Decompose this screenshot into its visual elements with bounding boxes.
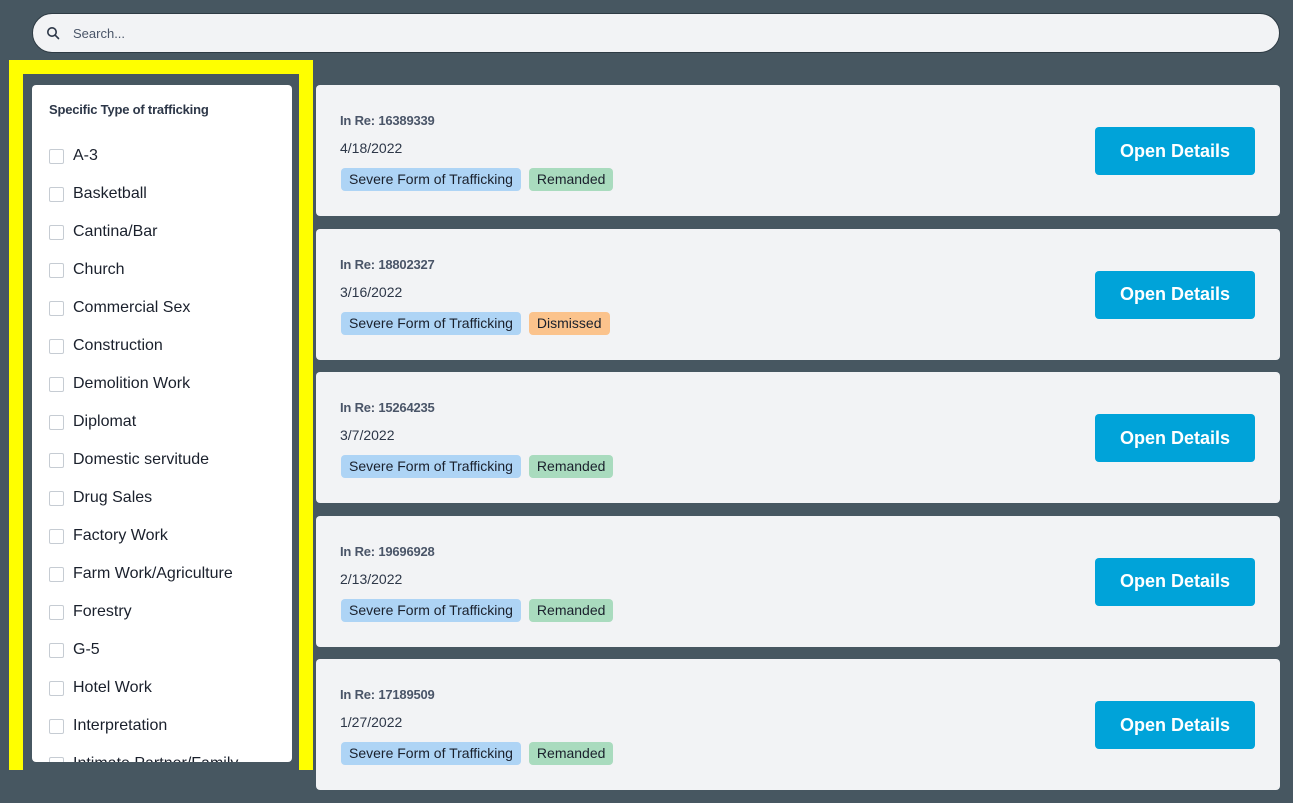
- type-tag: Severe Form of Trafficking: [341, 311, 521, 335]
- filter-option-label: Drug Sales: [73, 489, 153, 506]
- checkbox[interactable]: [49, 338, 64, 354]
- type-tag: Severe Form of Trafficking: [341, 455, 521, 478]
- filter-option-label: Demolition Work: [73, 375, 191, 392]
- search-icon: [47, 27, 60, 40]
- filter-option[interactable]: Church: [49, 251, 238, 289]
- checkbox[interactable]: [49, 376, 64, 392]
- case-date: 2/13/2022: [340, 570, 403, 587]
- filter-option-label: Cantina/Bar: [73, 223, 158, 240]
- checkbox[interactable]: [49, 414, 64, 430]
- filter-option-label: Farm Work/Agriculture: [73, 565, 233, 582]
- filter-option[interactable]: Intimate Partner/Family: [49, 745, 238, 762]
- filter-option-label: Interpretation: [73, 717, 168, 734]
- checkbox[interactable]: [49, 300, 64, 316]
- checkbox[interactable]: [49, 262, 64, 278]
- filter-option[interactable]: Factory Work: [49, 517, 238, 555]
- case-title: In Re: 17189509: [340, 687, 435, 702]
- filter-option-label: Diplomat: [73, 413, 137, 430]
- search-bar[interactable]: [32, 13, 1280, 53]
- filter-option[interactable]: Construction: [49, 327, 238, 365]
- checkbox[interactable]: [49, 756, 64, 762]
- filter-option[interactable]: Drug Sales: [49, 479, 238, 517]
- case-date: 1/27/2022: [340, 714, 403, 730]
- case-date: 3/7/2022: [340, 427, 395, 443]
- filter-option[interactable]: Demolition Work: [49, 365, 238, 403]
- case-title: In Re: 16389339: [340, 113, 435, 128]
- case-card: In Re: 17189509 1/27/2022 Severe Form of T…: [316, 659, 1280, 790]
- filter-option-label: Factory Work: [73, 527, 168, 544]
- checkbox[interactable]: [49, 186, 64, 202]
- filter-option-label: Domestic servitude: [73, 451, 210, 468]
- type-tag: Severe Form of Trafficking: [341, 168, 521, 191]
- filter-option[interactable]: Interpretation: [49, 707, 238, 745]
- case-date: 4/18/2022: [340, 140, 403, 156]
- case-title: In Re: 19696928: [340, 543, 435, 559]
- open-details-button[interactable]: Open Details: [1095, 701, 1255, 749]
- tag-group: Severe Form of Trafficking Remanded: [341, 168, 614, 191]
- open-details-button[interactable]: Open Details: [1095, 270, 1255, 319]
- tag-group: Severe Form of Trafficking Remanded: [341, 455, 614, 478]
- checkbox[interactable]: [49, 224, 64, 240]
- filter-option[interactable]: Basketball: [49, 175, 238, 213]
- status-tag: Remanded: [528, 598, 614, 622]
- filter-option-label: A-3: [73, 147, 98, 164]
- filter-option[interactable]: Hotel Work: [49, 669, 238, 707]
- filter-option[interactable]: Diplomat: [49, 403, 238, 441]
- type-tag: Severe Form of Trafficking: [341, 598, 521, 622]
- filter-panel: Specific Type of trafficking A-3 Basketba…: [32, 85, 292, 762]
- checkbox[interactable]: [49, 148, 64, 164]
- filter-option[interactable]: A-3: [49, 137, 238, 175]
- filter-option-label: Intimate Partner/Family: [73, 755, 238, 762]
- case-card: In Re: 18802327 3/16/2022 Severe Form of T…: [316, 228, 1280, 360]
- results-list: In Re: 16389339 4/18/2022 Severe Form of T…: [316, 85, 1280, 803]
- filter-option-label: Construction: [73, 337, 163, 354]
- filter-option[interactable]: Cantina/Bar: [49, 213, 238, 251]
- filter-option[interactable]: G-5: [49, 631, 238, 669]
- open-details-button[interactable]: Open Details: [1095, 557, 1255, 606]
- case-card: In Re: 15264235 3/7/2022 Severe Form of Tr…: [316, 372, 1280, 503]
- open-details-button[interactable]: Open Details: [1095, 127, 1255, 175]
- case-card: In Re: 19696928 2/13/2022 Severe Form of T…: [316, 515, 1280, 647]
- filter-option-label: Hotel Work: [73, 679, 152, 696]
- search-input[interactable]: [73, 14, 1263, 52]
- case-date: 3/16/2022: [340, 283, 403, 300]
- tag-group: Severe Form of Trafficking Remanded: [341, 598, 614, 622]
- open-details-button[interactable]: Open Details: [1095, 414, 1255, 462]
- filter-option[interactable]: Domestic servitude: [49, 441, 238, 479]
- checkbox[interactable]: [49, 490, 64, 506]
- case-card: In Re: 16389339 4/18/2022 Severe Form of T…: [316, 85, 1280, 216]
- checkbox[interactable]: [49, 528, 64, 544]
- checkbox[interactable]: [49, 642, 64, 658]
- filter-option-label: Church: [73, 261, 125, 278]
- case-title: In Re: 15264235: [340, 400, 435, 415]
- status-tag: Dismissed: [528, 311, 610, 335]
- case-title: In Re: 18802327: [340, 256, 435, 272]
- checkbox[interactable]: [49, 566, 64, 582]
- filter-option-label: G-5: [73, 641, 100, 658]
- checkbox[interactable]: [49, 452, 64, 468]
- filter-option[interactable]: Commercial Sex: [49, 289, 238, 327]
- filter-option[interactable]: Forestry: [49, 593, 238, 631]
- filter-option-label: Commercial Sex: [73, 299, 191, 316]
- checkbox[interactable]: [49, 680, 64, 696]
- filter-option-label: Forestry: [73, 603, 132, 620]
- filter-list: A-3 Basketball Cantina/Bar Church Commercial…: [49, 137, 238, 762]
- status-tag: Remanded: [528, 455, 614, 478]
- checkbox[interactable]: [49, 718, 64, 734]
- filter-title: Specific Type of trafficking: [49, 102, 209, 117]
- checkbox[interactable]: [49, 604, 64, 620]
- filter-option[interactable]: Farm Work/Agriculture: [49, 555, 238, 593]
- tag-group: Severe Form of Trafficking Dismissed: [341, 311, 610, 335]
- status-tag: Remanded: [528, 168, 614, 191]
- filter-option-label: Basketball: [73, 185, 147, 202]
